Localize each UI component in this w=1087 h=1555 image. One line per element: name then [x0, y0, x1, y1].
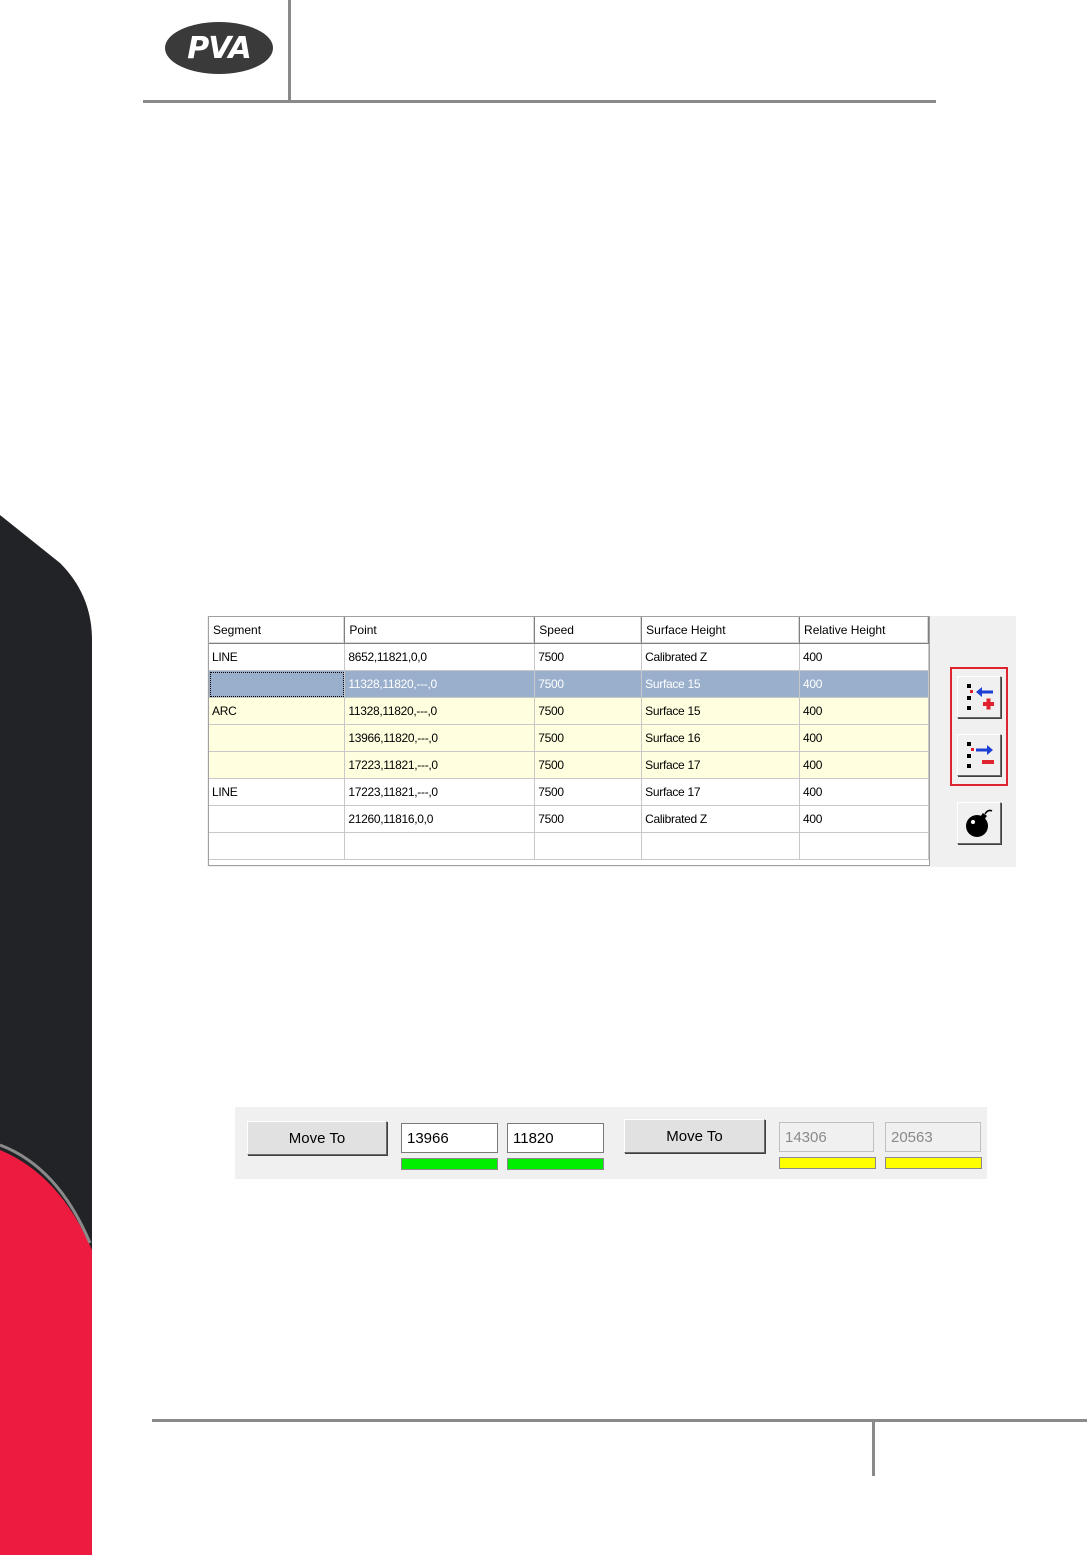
- x-status-bar-green: [401, 1158, 498, 1170]
- cell-relative-height[interactable]: 400: [799, 724, 929, 752]
- footer-divider-horizontal: [152, 1419, 1087, 1422]
- insert-point-button[interactable]: [957, 676, 1001, 718]
- cell-point[interactable]: 11328,11820,---,0: [344, 697, 536, 725]
- cell-point[interactable]: 11328,11820,---,0: [344, 670, 536, 698]
- column-header-speed[interactable]: Speed: [534, 617, 643, 644]
- header-divider-vertical: [288, 0, 291, 101]
- x-position-input[interactable]: [401, 1123, 498, 1153]
- path-points-grid[interactable]: Segment Point Speed Surface Height Relat…: [208, 616, 930, 866]
- footer-divider-vertical: [872, 1421, 875, 1476]
- move-to-panel: Move To Move To: [235, 1107, 987, 1179]
- column-header-surface-height[interactable]: Surface Height: [641, 617, 801, 644]
- table-row[interactable]: LINE 8652,11821,0,0 7500 Calibrated Z 400: [209, 643, 929, 671]
- insert-point-icon: [967, 684, 994, 710]
- x-current-readonly-field: [779, 1122, 874, 1152]
- cell-point[interactable]: 17223,11821,---,0: [344, 778, 536, 806]
- cell-relative-height[interactable]: 400: [799, 751, 929, 779]
- cell-relative-height[interactable]: 400: [799, 643, 929, 671]
- cell-surface-height[interactable]: Calibrated Z: [641, 643, 801, 671]
- cell-surface-height[interactable]: [641, 832, 801, 860]
- pva-logo: PVA: [165, 22, 273, 74]
- bomb-button[interactable]: [957, 802, 1001, 844]
- cell-segment[interactable]: [209, 805, 346, 833]
- y-status-bar-yellow: [885, 1157, 982, 1169]
- cell-segment[interactable]: [209, 751, 346, 779]
- table-row[interactable]: ARC 11328,11820,---,0 7500 Surface 15 400: [209, 697, 929, 725]
- cell-speed[interactable]: 7500: [534, 697, 643, 725]
- cell-point[interactable]: 21260,11816,0,0: [344, 805, 536, 833]
- cell-relative-height[interactable]: 400: [799, 778, 929, 806]
- remove-point-icon: [967, 742, 994, 768]
- logo-text: PVA: [187, 30, 251, 66]
- table-row[interactable]: LINE 17223,11821,---,0 7500 Surface 17 400: [209, 778, 929, 806]
- cell-surface-height[interactable]: Surface 15: [641, 670, 801, 698]
- cell-surface-height[interactable]: Calibrated Z: [641, 805, 801, 833]
- header-divider-horizontal: [143, 100, 936, 103]
- table-body: LINE 8652,11821,0,0 7500 Calibrated Z 400 113…: [209, 643, 929, 860]
- move-to-button-2[interactable]: Move To: [624, 1119, 765, 1153]
- cell-relative-height[interactable]: 400: [799, 697, 929, 725]
- table-row[interactable]: 21260,11816,0,0 7500 Calibrated Z 400: [209, 805, 929, 833]
- y-current-readonly-field: [885, 1122, 981, 1152]
- cell-speed[interactable]: [534, 832, 643, 860]
- cell-speed[interactable]: 7500: [534, 670, 643, 698]
- y-status-bar-green: [507, 1158, 604, 1170]
- cell-point[interactable]: 8652,11821,0,0: [344, 643, 536, 671]
- cell-segment[interactable]: LINE: [209, 643, 346, 671]
- cell-point[interactable]: 17223,11821,---,0: [344, 751, 536, 779]
- x-status-bar-yellow: [779, 1157, 876, 1169]
- cell-segment[interactable]: [209, 670, 346, 698]
- table-row[interactable]: 17223,11821,---,0 7500 Surface 17 400: [209, 751, 929, 779]
- table-row-selected[interactable]: 11328,11820,---,0 7500 Surface 15 400: [209, 670, 929, 698]
- column-header-point[interactable]: Point: [344, 617, 536, 644]
- cell-relative-height[interactable]: [799, 832, 929, 860]
- cell-speed[interactable]: 7500: [534, 778, 643, 806]
- cell-speed[interactable]: 7500: [534, 643, 643, 671]
- cell-point[interactable]: 13966,11820,---,0: [344, 724, 536, 752]
- remove-point-button[interactable]: [957, 734, 1001, 776]
- y-position-input[interactable]: [507, 1123, 604, 1153]
- cell-speed[interactable]: 7500: [534, 751, 643, 779]
- cell-segment[interactable]: [209, 832, 346, 860]
- table-row[interactable]: 13966,11820,---,0 7500 Surface 16 400: [209, 724, 929, 752]
- cell-point[interactable]: [344, 832, 536, 860]
- move-to-button-1[interactable]: Move To: [247, 1121, 387, 1155]
- column-header-segment[interactable]: Segment: [209, 617, 346, 644]
- points-table: Segment Point Speed Surface Height Relat…: [209, 617, 929, 860]
- table-header-row: Segment Point Speed Surface Height Relat…: [209, 617, 929, 644]
- cell-segment[interactable]: LINE: [209, 778, 346, 806]
- cell-surface-height[interactable]: Surface 16: [641, 724, 801, 752]
- cell-relative-height[interactable]: 400: [799, 670, 929, 698]
- cell-relative-height[interactable]: 400: [799, 805, 929, 833]
- cell-surface-height[interactable]: Surface 15: [641, 697, 801, 725]
- column-header-relative-height[interactable]: Relative Height: [799, 617, 929, 644]
- table-row[interactable]: [209, 832, 929, 860]
- cell-surface-height[interactable]: Surface 17: [641, 778, 801, 806]
- cell-speed[interactable]: 7500: [534, 724, 643, 752]
- bomb-icon: [966, 809, 993, 837]
- cell-segment[interactable]: ARC: [209, 697, 346, 725]
- cell-segment[interactable]: [209, 724, 346, 752]
- side-decoration: [0, 515, 92, 1555]
- cell-speed[interactable]: 7500: [534, 805, 643, 833]
- cell-surface-height[interactable]: Surface 17: [641, 751, 801, 779]
- path-points-panel: Segment Point Speed Surface Height Relat…: [207, 616, 1016, 867]
